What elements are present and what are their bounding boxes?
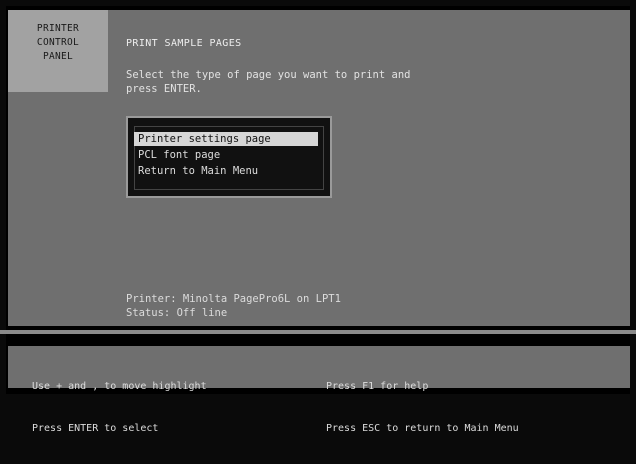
help-right: Press F1 for help Press ESC to return to… — [326, 352, 519, 464]
help-text: Press F1 for help — [326, 381, 429, 392]
print-options-menu: Printer settings page PCL font page Retu… — [126, 116, 332, 198]
instruction-line: Select the type of page you want to prin… — [126, 69, 411, 81]
instructions: Select the type of page you want to prin… — [126, 68, 410, 96]
panel-title: PRINTER CONTROL PANEL — [8, 10, 108, 92]
help-text: Press ENTER to select — [32, 423, 159, 434]
instruction-line: press ENTER. — [126, 83, 202, 95]
panel-title-line: PRINTER — [36, 23, 80, 34]
main-panel: PRINTER CONTROL PANEL PRINT SAMPLE PAGES… — [8, 10, 630, 326]
menu-item-printer-settings-page[interactable]: Printer settings page — [134, 132, 318, 146]
panel-title-line: CONTROL — [36, 37, 80, 48]
page-heading: PRINT SAMPLE PAGES — [126, 38, 242, 49]
menu-item-pcl-font-page[interactable]: PCL font page — [134, 148, 318, 162]
menu-item-return-to-main-menu[interactable]: Return to Main Menu — [134, 164, 318, 178]
help-left: Use + and , to move highlight Press ENTE… — [32, 352, 207, 464]
printer-status: Printer: Minolta PagePro6L on LPT1 Statu… — [126, 292, 341, 320]
panel-title-line: PANEL — [42, 51, 74, 62]
divider — [0, 330, 636, 334]
help-bar: Use + and , to move highlight Press ENTE… — [8, 346, 630, 434]
help-text: Press ESC to return to Main Menu — [326, 423, 519, 434]
status-line: Status: Off line — [126, 307, 228, 319]
help-text: Use + and , to move highlight — [32, 381, 207, 392]
printer-name-line: Printer: Minolta PagePro6L on LPT1 — [126, 293, 341, 305]
